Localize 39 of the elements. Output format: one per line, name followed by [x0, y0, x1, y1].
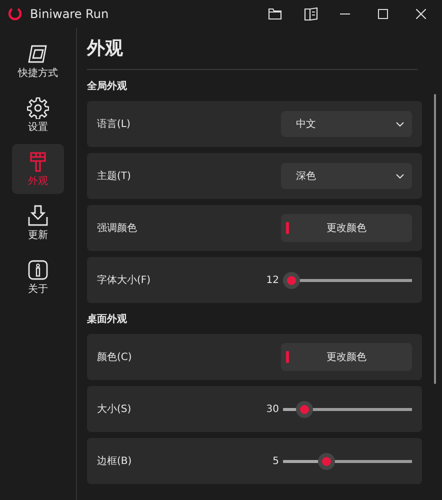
change-color-button[interactable]: 更改颜色 [281, 343, 412, 371]
folder-icon[interactable] [268, 8, 282, 20]
section-heading: 全局外观 [87, 80, 128, 94]
dropdown[interactable]: 中文 [281, 111, 412, 137]
shortcut-icon [27, 42, 49, 64]
chevron-down-icon [396, 122, 404, 126]
scrollbar[interactable] [434, 94, 436, 384]
setting-label: 边框(B) [97, 454, 132, 468]
book-icon[interactable] [304, 7, 318, 21]
app-logo-icon [8, 7, 22, 21]
change-color-button[interactable]: 更改颜色 [281, 214, 412, 242]
gear-icon [27, 96, 49, 118]
brush-icon [27, 150, 49, 172]
setting-label: 语言(L) [97, 118, 130, 132]
setting-label: 强调颜色 [97, 222, 137, 236]
info-icon [27, 258, 49, 280]
slider-thumb[interactable] [283, 272, 300, 288]
section-heading: 桌面外观 [87, 313, 128, 327]
setting-label: 字体大小(F) [97, 274, 151, 288]
sidebar-item[interactable]: 设置 [12, 90, 64, 140]
maximize-icon[interactable] [378, 9, 388, 19]
page-title: 外观 [87, 37, 124, 61]
window-title: Biniware Run [30, 6, 109, 23]
download-icon [27, 204, 49, 226]
sidebar-item[interactable]: 更新 [12, 198, 64, 248]
slider-thumb[interactable] [318, 452, 336, 470]
setting-label: 颜色(C) [97, 350, 132, 364]
setting-label: 大小(S) [97, 402, 132, 416]
chevron-down-icon [396, 174, 404, 178]
minimize-icon[interactable] [340, 13, 350, 15]
dropdown[interactable]: 深色 [281, 163, 412, 189]
slider-value: 5 [272, 454, 279, 468]
slider-value: 30 [266, 402, 279, 416]
sidebar-item[interactable]: 快捷方式 [12, 36, 64, 86]
sidebar-item[interactable]: 关于 [12, 252, 64, 302]
setting-label: 主题(T) [97, 170, 131, 184]
slider-thumb[interactable] [296, 400, 314, 418]
close-icon[interactable] [416, 9, 426, 19]
slider-value: 12 [266, 274, 279, 288]
